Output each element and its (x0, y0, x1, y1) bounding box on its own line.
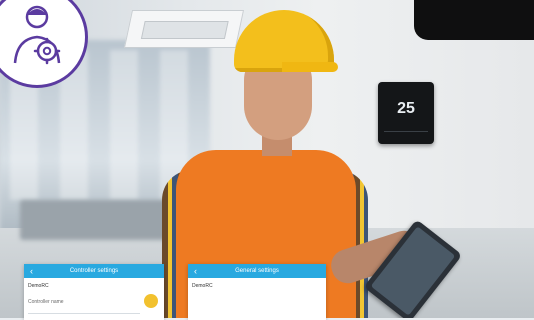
thermostat-controls (384, 131, 428, 136)
engineer-gear-icon (13, 5, 61, 65)
screen-title: Controller settings (69, 268, 119, 274)
wall-thermostat: 25 (378, 82, 434, 144)
background-desk (20, 200, 180, 240)
screen-title: General settings (235, 268, 279, 274)
controller-name-label: Controller name (28, 299, 64, 305)
ceiling-air-conditioner (123, 10, 245, 48)
corner-panel (414, 0, 534, 40)
general-settings-screen: ‹ General settings DemoRC (188, 264, 326, 320)
app-bar: ‹ Controller settings (24, 264, 164, 278)
back-chevron-icon[interactable]: ‹ (30, 266, 33, 276)
action-circle-icon[interactable] (144, 294, 158, 308)
device-name: DemoRC (28, 283, 49, 289)
controller-name-field[interactable] (28, 313, 140, 314)
controller-settings-screen: ‹ Controller settings DemoRC Controller … (24, 264, 164, 320)
app-bar: ‹ General settings (188, 264, 326, 278)
hard-hat-brim (282, 62, 338, 72)
back-chevron-icon[interactable]: ‹ (194, 266, 197, 276)
device-name: DemoRC (192, 283, 213, 289)
thermostat-temperature: 25 (397, 100, 415, 117)
